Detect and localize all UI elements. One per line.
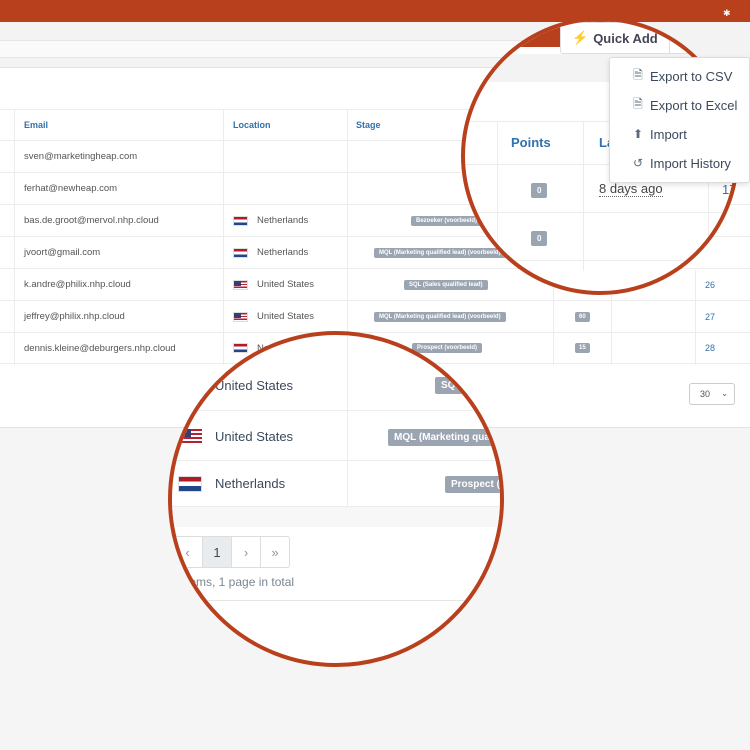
pagination: ‹ 1 › »: [172, 536, 290, 568]
location-cell: Netherlands: [215, 476, 286, 491]
id-link[interactable]: 27: [705, 301, 715, 332]
new-label: New: [695, 30, 722, 46]
action-button-group: ⚡ Quick Add + New: [560, 22, 734, 54]
table-row[interactable]: United States SQL: [172, 359, 500, 411]
stage-badge: Prospect (v: [445, 476, 500, 493]
plus-icon: +: [680, 29, 691, 46]
netherlands-flag-icon: [233, 215, 248, 226]
menu-item-export-excel[interactable]: 🗎 Export to Excel: [610, 91, 750, 119]
table-row[interactable]: Netherlands Prospect (v: [172, 461, 500, 507]
stage-badge: SQL (Sales qualified lead): [404, 279, 488, 290]
id-link[interactable]: 28: [705, 333, 715, 363]
quick-add-button[interactable]: ⚡ Quick Add: [561, 23, 669, 53]
location-cell: United States: [257, 279, 315, 290]
location-cell: United States: [215, 429, 294, 444]
file-excel-icon: 🗎: [633, 96, 643, 111]
column-divider: [497, 121, 498, 271]
points-badge: 15: [575, 343, 590, 353]
zoom-lens-pagination: United States SQL United States MQL (Mar…: [168, 331, 504, 667]
location-cell: United States: [257, 311, 315, 322]
menu-item-label: Import History: [650, 155, 731, 171]
menu-item-label: Import: [650, 126, 687, 142]
column-header-email[interactable]: Email: [24, 110, 48, 140]
column-divider: [347, 335, 348, 507]
email-cell: jvoort@gmail.com: [24, 247, 101, 258]
points-badge: 0: [531, 183, 548, 198]
table-row[interactable]: jeffrey@philix.nhp.cloud United States M…: [0, 300, 750, 332]
table-footer: [172, 507, 500, 527]
per-page-value: 30: [700, 389, 711, 399]
page-1-button[interactable]: 1: [202, 537, 231, 567]
last-page-button[interactable]: »: [260, 537, 289, 567]
top-header-bar: ✱: [0, 0, 750, 22]
column-divider: [14, 109, 15, 365]
lightning-icon: ⚡: [572, 30, 589, 45]
netherlands-flag-icon: [233, 343, 248, 353]
usa-flag-icon: [182, 429, 202, 443]
menu-item-import[interactable]: ⬆ Import: [610, 120, 750, 148]
quick-add-label: Quick Add: [593, 30, 658, 46]
netherlands-flag-icon: [178, 476, 202, 492]
stage-badge: SQL: [435, 377, 468, 394]
column-divider: [347, 109, 348, 365]
menu-item-label: Export to Excel: [650, 97, 738, 113]
usa-flag-icon: [233, 279, 248, 290]
column-header-points[interactable]: Points: [511, 135, 551, 150]
column-divider: [223, 109, 224, 365]
per-page-select[interactable]: 30 ⌄: [689, 383, 735, 405]
email-cell: bas.de.groot@mervol.nhp.cloud: [24, 215, 159, 226]
last-active-time: 8 days ago: [599, 181, 663, 197]
points-badge: 60: [575, 311, 590, 322]
stage-badge: Prospect (voorbeeld): [412, 343, 483, 353]
column-divider: [695, 270, 696, 365]
new-button[interactable]: + New: [668, 23, 733, 53]
menu-item-label: Export to CSV: [650, 68, 733, 84]
table-row[interactable]: 0 4: [465, 213, 735, 261]
points-badge: 0: [531, 231, 548, 246]
email-cell: k.andre@philix.nhp.cloud: [24, 279, 131, 290]
next-page-button[interactable]: ›: [231, 537, 260, 567]
netherlands-flag-icon: [233, 247, 248, 258]
email-cell: sven@marketingheap.com: [24, 151, 138, 162]
chevron-down-icon: ⌄: [721, 389, 728, 398]
upload-icon: ⬆: [632, 127, 644, 141]
location-cell: Netherlands: [257, 215, 309, 226]
location-cell: United States: [215, 378, 294, 393]
id-link[interactable]: 17: [722, 182, 735, 197]
prev-page-button[interactable]: ‹: [173, 537, 202, 567]
table-row[interactable]: United States MQL (Marketing qua: [172, 411, 500, 461]
id-link[interactable]: 4: [723, 230, 730, 245]
column-divider: [583, 121, 584, 271]
email-cell: dennis.kleine@deburgers.nhp.cloud: [24, 342, 176, 354]
id-link[interactable]: 26: [705, 269, 715, 300]
divider: [172, 600, 500, 601]
history-icon: ↺: [632, 156, 644, 170]
column-header-location[interactable]: Location: [233, 110, 271, 140]
file-csv-icon: 🗎: [633, 67, 643, 82]
email-cell: ferhat@newheap.com: [24, 183, 118, 194]
settings-icon[interactable]: ✱: [723, 9, 732, 18]
location-cell: Netherlands: [257, 247, 309, 258]
column-header-stage[interactable]: Stage: [356, 110, 381, 140]
stage-badge: MQL (Marketing qualified lead) (voorbeel…: [374, 311, 506, 322]
menu-item-export-csv[interactable]: 🗎 Export to CSV: [610, 62, 750, 90]
email-cell: jeffrey@philix.nhp.cloud: [24, 311, 125, 322]
stage-badge: MQL (Marketing qua: [388, 429, 496, 446]
import-export-menu: 🗎 Export to CSV 🗎 Export to Excel ⬆ Impo…: [609, 57, 750, 183]
usa-flag-icon: [233, 311, 248, 322]
menu-item-import-history[interactable]: ↺ Import History: [610, 149, 750, 177]
pagination-summary: tems, 1 page in total: [186, 575, 295, 589]
